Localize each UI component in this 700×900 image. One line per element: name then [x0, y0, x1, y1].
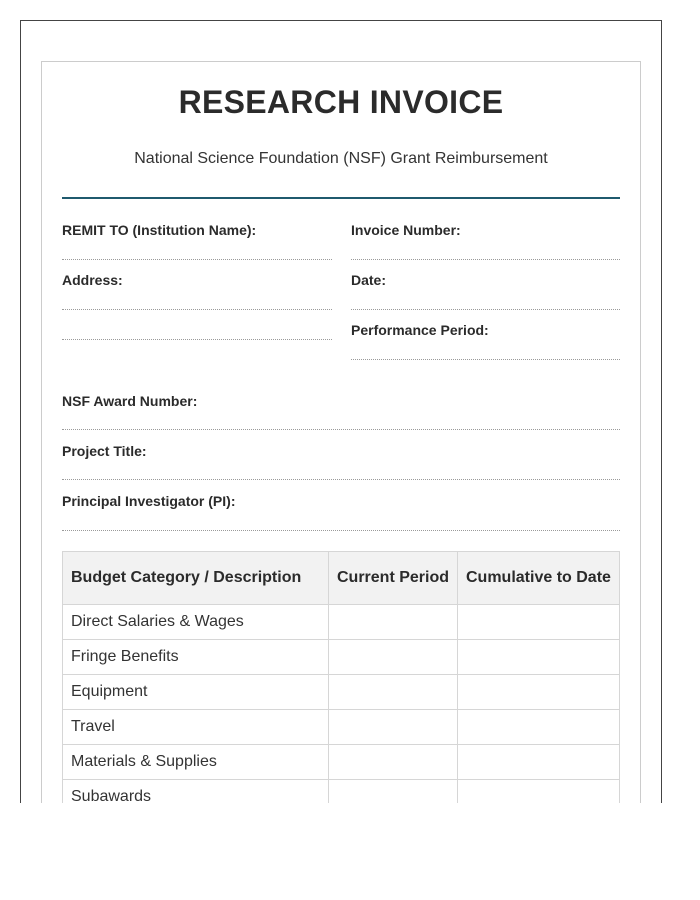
budget-header-row: Budget Category / Description Current Pe…: [62, 551, 620, 605]
column-header-cumulative: Cumulative to Date: [457, 551, 620, 605]
invoice-subtitle: National Science Foundation (NSF) Grant …: [134, 150, 548, 167]
current-period-cell[interactable]: [328, 744, 458, 780]
current-period-cell[interactable]: [328, 604, 458, 640]
cumulative-cell[interactable]: [457, 709, 620, 745]
current-period-cell[interactable]: [328, 779, 458, 803]
project-title-line[interactable]: [62, 479, 620, 480]
remit-to-label: REMIT TO (Institution Name):: [62, 222, 257, 238]
performance-period-line[interactable]: [351, 359, 620, 360]
cumulative-cell[interactable]: [457, 779, 620, 803]
performance-period-field: Performance Period:: [351, 322, 489, 338]
date-line[interactable]: [351, 309, 620, 310]
budget-table: Budget Category / Description Current Pe…: [62, 551, 620, 803]
category-cell: Materials & Supplies: [62, 744, 329, 780]
category-cell: Direct Salaries & Wages: [62, 604, 329, 640]
column-header-current: Current Period: [328, 551, 458, 605]
date-label: Date:: [351, 272, 387, 288]
address-label: Address:: [62, 272, 123, 288]
performance-period-label: Performance Period:: [351, 322, 489, 338]
pi-label: Principal Investigator (PI):: [62, 493, 236, 509]
category-cell: Fringe Benefits: [62, 639, 329, 675]
pi-line[interactable]: [62, 530, 620, 531]
category-cell: Travel: [62, 709, 329, 745]
address-line-2[interactable]: [62, 339, 332, 340]
table-row: Materials & Supplies: [62, 744, 620, 780]
invoice-page: RESEARCH INVOICE National Science Founda…: [41, 61, 641, 803]
project-title-label: Project Title:: [62, 443, 147, 459]
current-period-cell[interactable]: [328, 709, 458, 745]
date-field: Date:: [351, 272, 386, 288]
award-number-label: NSF Award Number:: [62, 393, 198, 409]
address-line-1[interactable]: [62, 309, 332, 310]
title-divider: [62, 197, 620, 199]
column-header-category: Budget Category / Description: [62, 551, 329, 605]
table-row: Travel: [62, 709, 620, 745]
invoice-title: RESEARCH INVOICE: [178, 84, 504, 120]
invoice-number-line[interactable]: [351, 259, 620, 260]
category-cell: Subawards: [62, 779, 329, 803]
document-frame: RESEARCH INVOICE National Science Founda…: [20, 20, 662, 803]
remit-to-line[interactable]: [62, 259, 332, 260]
project-title-field: Project Title:: [62, 443, 147, 459]
award-number-field: NSF Award Number:: [62, 393, 197, 409]
pi-field: Principal Investigator (PI):: [62, 493, 235, 509]
cumulative-cell[interactable]: [457, 639, 620, 675]
table-row: Equipment: [62, 674, 620, 710]
current-period-cell[interactable]: [328, 674, 458, 710]
category-cell: Equipment: [62, 674, 329, 710]
award-number-line[interactable]: [62, 429, 620, 430]
cumulative-cell[interactable]: [457, 604, 620, 640]
table-row: Direct Salaries & Wages: [62, 604, 620, 640]
table-row: Fringe Benefits: [62, 639, 620, 675]
table-row: Subawards: [62, 779, 620, 803]
current-period-cell[interactable]: [328, 639, 458, 675]
cumulative-cell[interactable]: [457, 674, 620, 710]
address-field: Address:: [62, 272, 123, 288]
invoice-number-field: Invoice Number:: [351, 222, 461, 238]
remit-to-field: REMIT TO (Institution Name):: [62, 222, 256, 238]
invoice-number-label: Invoice Number:: [351, 222, 461, 238]
cumulative-cell[interactable]: [457, 744, 620, 780]
